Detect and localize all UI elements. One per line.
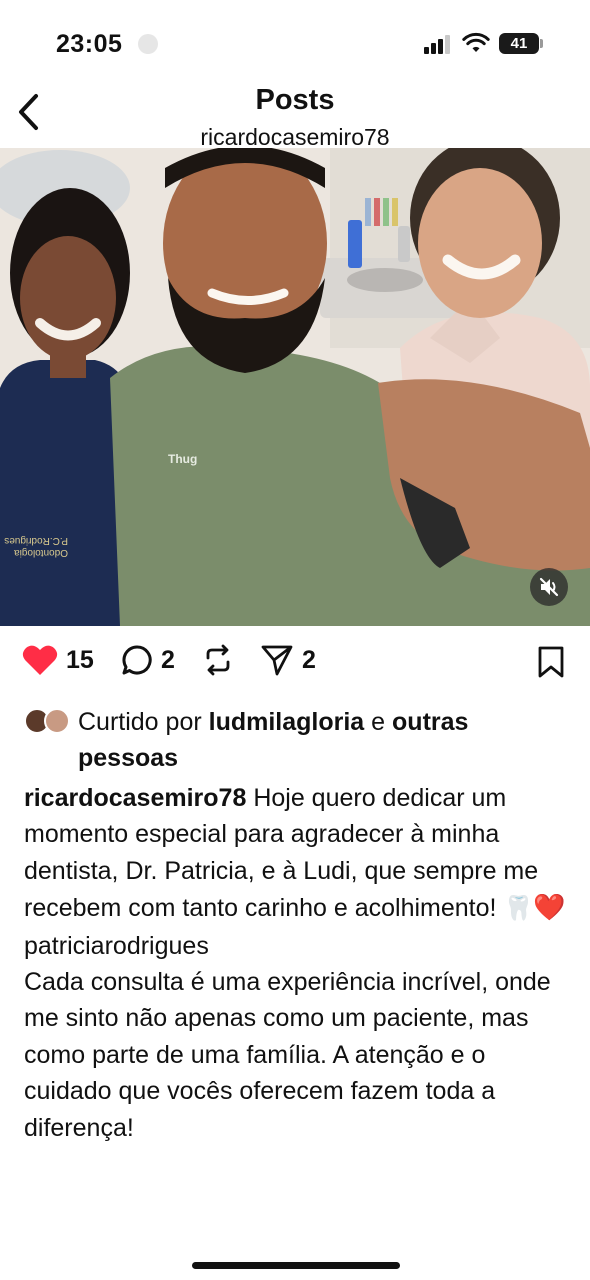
caption-text-2: Cada consulta é uma experiência incrível… — [24, 968, 551, 1142]
caption-username[interactable]: ricardocasemiro78 — [24, 784, 246, 812]
liked-by-prefix: Curtido por — [78, 708, 202, 736]
home-indicator[interactable] — [192, 1262, 400, 1269]
page-title: Posts — [255, 84, 335, 116]
caption-mention[interactable]: patriciarodrigues — [24, 928, 572, 964]
like-count: 15 — [66, 645, 94, 674]
share-count: 2 — [302, 645, 316, 674]
speaker-muted-icon — [539, 577, 559, 597]
share-button[interactable]: 2 — [260, 644, 316, 676]
liked-by-connector: e — [371, 708, 386, 736]
post-caption: ricardocasemiro78 Hoje quero dedicar um … — [24, 780, 572, 1146]
comment-button[interactable]: 2 — [121, 644, 175, 676]
mute-button[interactable] — [530, 568, 568, 606]
repost-button[interactable] — [203, 644, 233, 676]
like-button[interactable]: 15 — [22, 644, 94, 676]
wifi-icon — [462, 32, 490, 52]
status-bar: 23:05 41 — [0, 0, 590, 88]
liked-by[interactable]: Curtido por ludmilagloria e outras pesso… — [24, 704, 574, 776]
post-image[interactable]: P.C.Rodrigues Odontologia Thug — [0, 148, 590, 626]
comment-count: 2 — [161, 645, 175, 674]
heart-icon — [22, 645, 58, 675]
liker-avatars — [24, 708, 74, 738]
heart-emoji: ❤️ — [533, 892, 566, 923]
repost-icon — [206, 644, 230, 676]
bookmark-icon — [538, 646, 564, 678]
save-button[interactable] — [536, 646, 566, 683]
svg-text:Thug: Thug — [168, 452, 197, 466]
liker-username[interactable]: ludmilagloria — [209, 708, 365, 736]
svg-text:Odontologia: Odontologia — [14, 547, 68, 558]
cellular-signal-icon — [424, 34, 454, 54]
post-actions: 15 2 2 — [0, 640, 590, 688]
battery-icon: 41 — [499, 33, 539, 54]
liked-by-text: Curtido por ludmilagloria e outras pesso… — [24, 704, 574, 776]
send-icon — [261, 645, 293, 676]
avatar — [44, 708, 70, 734]
status-time: 23:05 — [56, 30, 123, 58]
header: Posts ricardocasemiro78 — [0, 80, 590, 150]
svg-text:P.C.Rodrigues: P.C.Rodrigues — [4, 535, 68, 546]
header-username[interactable]: ricardocasemiro78 — [0, 124, 590, 151]
comment-icon — [122, 645, 152, 675]
battery-cap — [540, 39, 543, 48]
tooth-emoji: 🦷 — [503, 895, 534, 923]
post-photo: P.C.Rodrigues Odontologia Thug — [0, 148, 590, 626]
status-indicator — [138, 34, 158, 54]
